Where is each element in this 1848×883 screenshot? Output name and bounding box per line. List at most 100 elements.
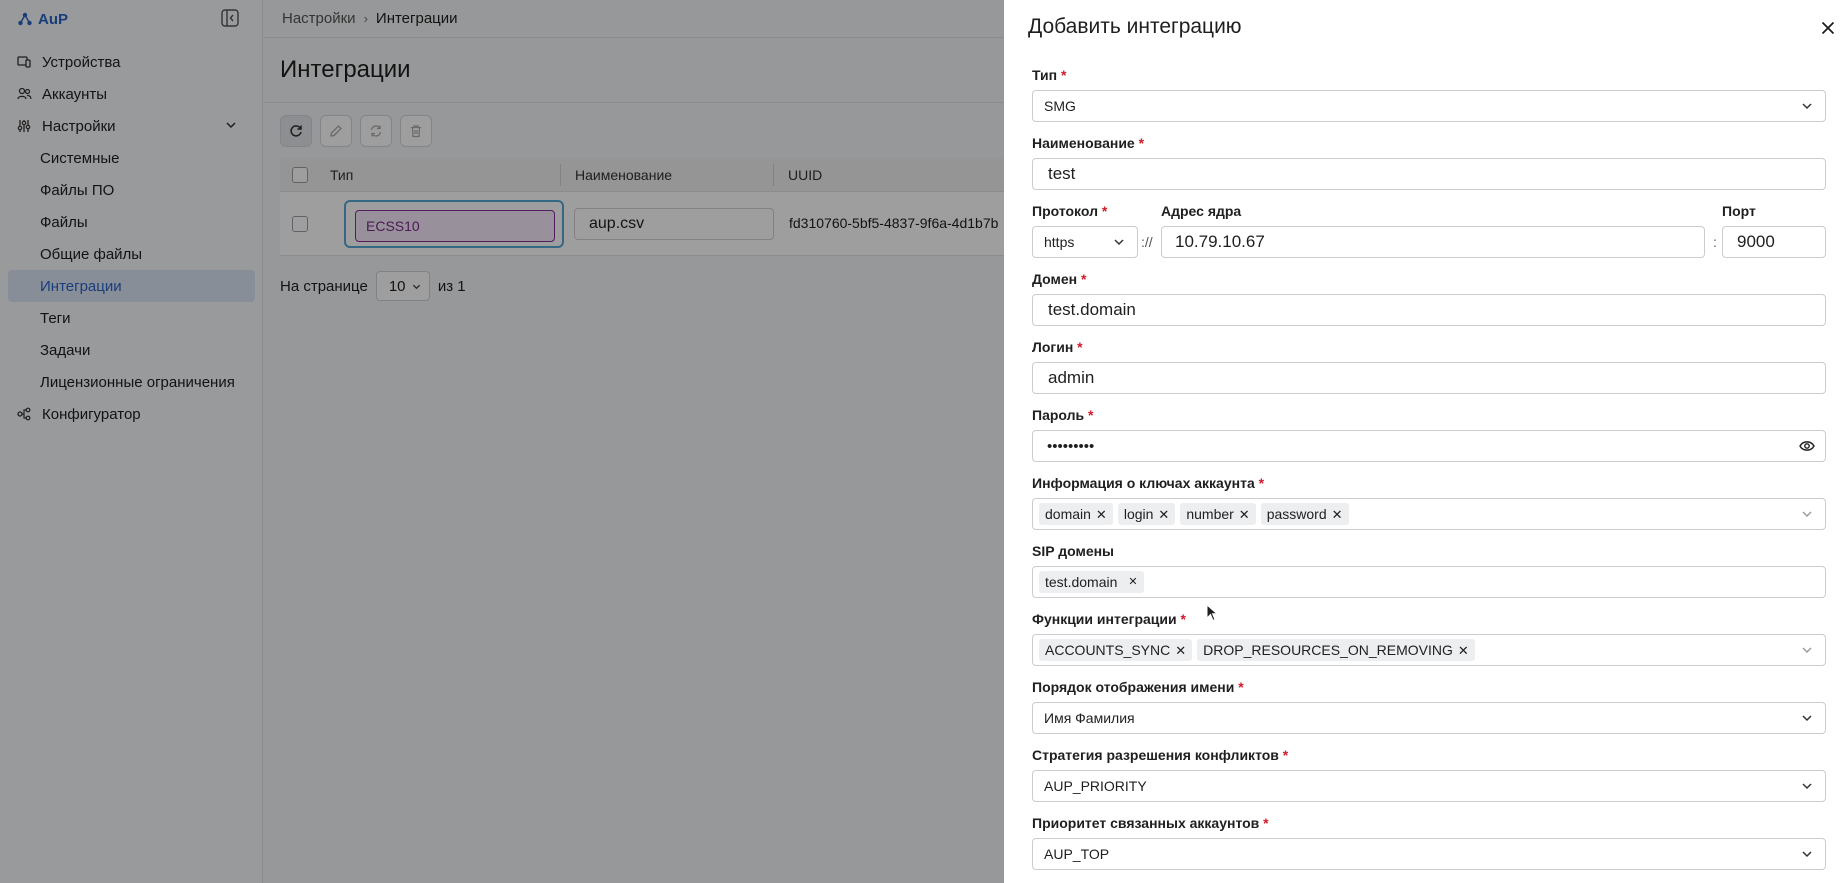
required-mark: * — [1258, 475, 1265, 491]
linked-priority-field: Приоритет связанных аккаунтов * AUP_TOP — [1032, 814, 1826, 870]
add-integration-drawer: Добавить интеграцию Тип * SMG Наименован… — [1004, 0, 1848, 883]
mouse-cursor-icon — [1206, 604, 1218, 622]
type-label: Тип — [1032, 67, 1058, 83]
close-button[interactable] — [1817, 17, 1839, 39]
name-input[interactable]: test — [1032, 158, 1826, 190]
chevron-down-icon — [1802, 103, 1812, 110]
password-value: ••••••••• — [1047, 437, 1095, 455]
name-order-value: Имя Фамилия — [1044, 710, 1135, 726]
required-mark: * — [1060, 67, 1067, 83]
host-label: Адрес ядра — [1161, 203, 1242, 219]
tag-label: ACCOUNTS_SYNC — [1045, 642, 1171, 658]
conflict-strategy-field: Стратегия разрешения конфликтов * AUP_PR… — [1032, 746, 1826, 802]
port-separator: : — [1713, 234, 1717, 250]
domain-field: Домен * test.domain — [1032, 270, 1826, 326]
tag-label: DROP_RESOURCES_ON_REMOVING — [1203, 642, 1453, 658]
tag-accounts-sync: ACCOUNTS_SYNC ✕ — [1039, 639, 1193, 661]
required-mark: * — [1081, 271, 1087, 287]
conflict-strategy-select[interactable]: AUP_PRIORITY — [1032, 770, 1826, 802]
functions-field: Функции интеграции * ACCOUNTS_SYNC ✕ DROP… — [1032, 610, 1826, 666]
name-order-label: Порядок отображения имени — [1032, 679, 1235, 695]
protocol-value: https — [1044, 234, 1075, 250]
sip-domains-label: SIP домены — [1032, 543, 1115, 559]
chevron-down-icon — [1802, 783, 1812, 790]
port-value: 9000 — [1737, 232, 1775, 251]
name-order-select[interactable]: Имя Фамилия — [1032, 702, 1826, 734]
remove-tag-icon[interactable]: ✕ — [1158, 508, 1169, 521]
linked-priority-label: Приоритет связанных аккаунтов — [1032, 815, 1260, 831]
required-mark: * — [1101, 203, 1108, 219]
account-keys-select[interactable]: domain ✕ login ✕ number ✕ password ✕ — [1032, 498, 1826, 530]
host-input[interactable]: 10.79.10.67 — [1161, 226, 1705, 258]
host-value: 10.79.10.67 — [1175, 232, 1265, 251]
remove-tag-icon[interactable]: ✕ — [1175, 644, 1186, 657]
account-keys-label: Информация о ключах аккаунта — [1032, 475, 1255, 491]
type-value: SMG — [1044, 98, 1076, 114]
tag-label: test.domain — [1045, 574, 1118, 590]
functions-select[interactable]: ACCOUNTS_SYNC ✕ DROP_RESOURCES_ON_REMOVIN… — [1032, 634, 1826, 666]
password-field: Пароль * ••••••••• — [1032, 406, 1826, 462]
login-label: Логин — [1032, 339, 1074, 355]
password-label: Пароль — [1032, 407, 1085, 423]
tag-login: login ✕ — [1117, 503, 1176, 525]
tag-sip-domain: test.domain ✕ — [1039, 571, 1144, 593]
name-value: test — [1048, 164, 1076, 183]
tag-label: number — [1186, 506, 1234, 522]
required-mark: * — [1138, 135, 1145, 151]
sip-domains-input[interactable]: test.domain ✕ — [1032, 566, 1826, 598]
tag-domain: domain ✕ — [1039, 503, 1113, 525]
tag-drop-resources: DROP_RESOURCES_ON_REMOVING ✕ — [1197, 639, 1475, 661]
remove-tag-icon[interactable]: ✕ — [1128, 576, 1137, 588]
required-mark: * — [1263, 815, 1269, 831]
required-mark: * — [1238, 679, 1244, 695]
protocol-field: Протокол * https — [1032, 202, 1138, 258]
host-field: Адрес ядра 10.79.10.67 — [1161, 202, 1705, 258]
tag-label: login — [1123, 506, 1154, 522]
tag-password: password ✕ — [1260, 503, 1349, 525]
domain-value: test.domain — [1048, 300, 1136, 319]
name-field: Наименование * test — [1032, 134, 1826, 190]
required-mark: * — [1077, 339, 1083, 355]
chevron-down-icon — [1802, 647, 1812, 653]
functions-label: Функции интеграции — [1032, 611, 1177, 627]
type-field: Тип * SMG — [1032, 66, 1826, 122]
tag-label: domain — [1045, 506, 1091, 522]
protocol-select[interactable]: https — [1032, 226, 1138, 258]
linked-priority-select[interactable]: AUP_TOP — [1032, 838, 1826, 870]
remove-tag-icon[interactable]: ✕ — [1239, 508, 1250, 521]
password-input[interactable]: ••••••••• — [1032, 430, 1826, 462]
remove-tag-icon[interactable]: ✕ — [1332, 508, 1343, 521]
name-order-field: Порядок отображения имени * Имя Фамилия — [1032, 678, 1826, 734]
conflict-strategy-value: AUP_PRIORITY — [1044, 778, 1147, 794]
name-label: Наименование — [1032, 135, 1135, 151]
close-icon — [1821, 21, 1835, 35]
required-mark: * — [1180, 611, 1186, 627]
chevron-down-icon — [1802, 715, 1812, 722]
login-value: admin — [1048, 368, 1095, 387]
login-field: Логин * admin — [1032, 338, 1826, 394]
drawer-title: Добавить интеграцию — [1028, 15, 1242, 38]
sip-domains-field: SIP домены test.domain ✕ — [1032, 542, 1826, 598]
chevron-down-icon — [1802, 511, 1812, 517]
required-mark: * — [1088, 407, 1094, 423]
chevron-down-icon — [1802, 851, 1812, 858]
port-input[interactable]: 9000 — [1722, 226, 1826, 258]
tag-number: number ✕ — [1180, 503, 1256, 525]
port-field: Порт 9000 — [1722, 202, 1826, 258]
tag-label: password — [1266, 506, 1327, 522]
domain-label: Домен — [1032, 271, 1078, 287]
conflict-strategy-label: Стратегия разрешения конфликтов — [1032, 747, 1279, 763]
domain-input[interactable]: test.domain — [1032, 294, 1826, 326]
type-select[interactable]: SMG — [1032, 90, 1826, 122]
protocol-label: Протокол — [1032, 203, 1098, 219]
login-input[interactable]: admin — [1032, 362, 1826, 394]
linked-priority-value: AUP_TOP — [1044, 846, 1110, 862]
port-label: Порт — [1722, 203, 1756, 219]
scheme-separator: :// — [1141, 234, 1153, 250]
required-mark: * — [1282, 747, 1289, 763]
remove-tag-icon[interactable]: ✕ — [1458, 644, 1469, 657]
chevron-down-icon — [1114, 239, 1124, 246]
eye-icon[interactable] — [1799, 439, 1815, 453]
account-keys-field: Информация о ключах аккаунта * domain ✕ l… — [1032, 474, 1826, 530]
remove-tag-icon[interactable]: ✕ — [1096, 508, 1107, 521]
